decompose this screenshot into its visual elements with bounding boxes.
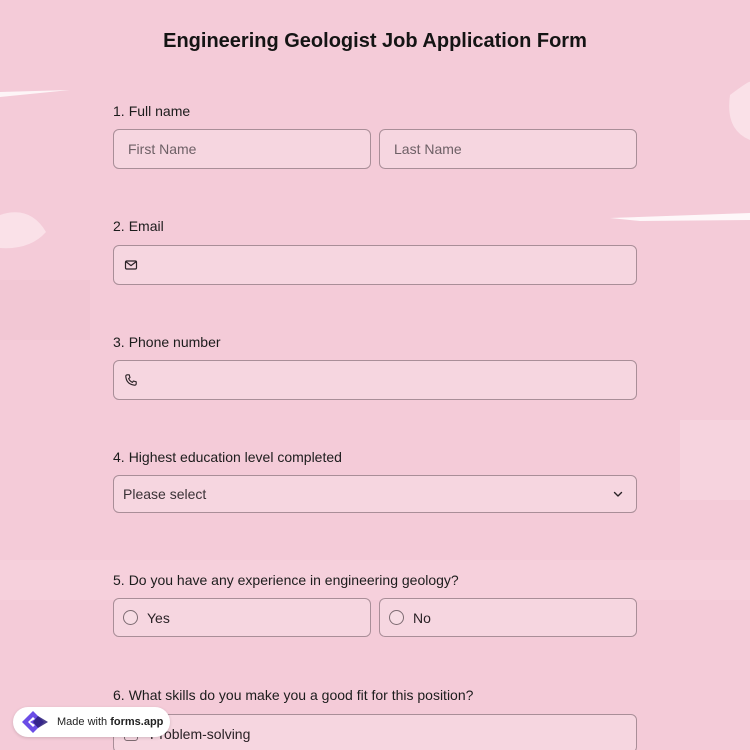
question-number: 5. [113,572,125,588]
question-label-experience: 5. Do you have any experience in engineer… [113,572,459,588]
question-label-education: 4. Highest education level completed [113,449,342,465]
question-number: 2. [113,218,125,234]
education-select-value: Please select [123,486,207,502]
question-number: 3. [113,334,125,350]
radio-button[interactable] [389,610,404,625]
badge-prefix: Made with [57,716,108,728]
question-text: Email [128,218,164,234]
forms-app-logo-icon [22,711,48,733]
question-label-email: 2. Email [113,218,164,234]
question-label-phone: 3. Phone number [113,334,221,350]
last-name-field[interactable] [379,129,637,169]
question-text: Do you have any experience in engineerin… [128,572,459,588]
badge-text: Made with forms.app [57,716,163,728]
checkbox-option-problem-solving[interactable]: Problem-solving [113,714,637,750]
education-select[interactable]: Please select [113,475,637,513]
question-text: Highest education level completed [128,449,342,465]
phone-field[interactable] [113,360,637,400]
chevron-down-icon [613,491,623,497]
radio-option-label: Yes [147,609,170,626]
radio-option-label: No [413,609,431,626]
question-text: Full name [128,103,191,119]
radio-option-no[interactable]: No [379,598,637,637]
made-with-badge[interactable]: Made with forms.app [13,707,170,737]
question-number: 6. [113,687,125,703]
question-label-full-name: 1. Full name [113,103,190,119]
form-title: Engineering Geologist Job Application Fo… [163,30,587,52]
question-number: 4. [113,449,125,465]
badge-brand: forms.app [110,716,164,728]
question-text: Phone number [128,334,221,350]
question-label-skills: 6. What skills do you make you a good fit… [113,687,473,703]
question-text: What skills do you make you a good fit f… [128,687,474,703]
email-input[interactable] [138,246,636,284]
last-name-input[interactable] [380,130,636,168]
first-name-field[interactable] [113,129,371,169]
radio-option-yes[interactable]: Yes [113,598,371,637]
envelope-icon [124,260,138,270]
first-name-input[interactable] [114,130,370,168]
phone-input[interactable] [138,361,636,399]
radio-button[interactable] [123,610,138,625]
email-field[interactable] [113,245,637,285]
question-number: 1. [113,103,125,119]
phone-icon [125,374,137,386]
